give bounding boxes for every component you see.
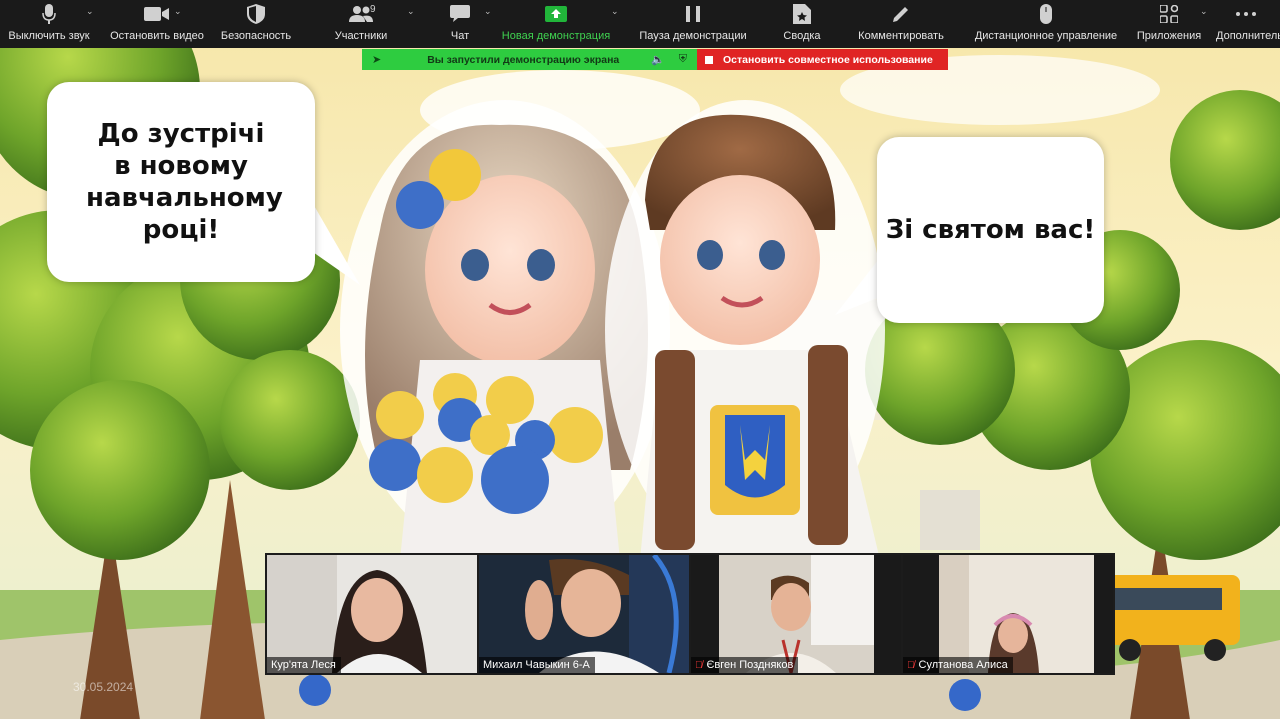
pin-icon[interactable]: ➤ bbox=[372, 53, 381, 66]
chevron-down-icon[interactable]: ⌄ bbox=[484, 6, 492, 17]
apps-label: Приложения bbox=[1136, 30, 1202, 42]
chevron-down-icon[interactable]: ⌄ bbox=[86, 6, 94, 17]
mute-button[interactable]: Выключить звук ⌄ bbox=[0, 0, 98, 48]
stop-video-label: Остановить видео bbox=[110, 30, 204, 42]
participant-tile[interactable]: 🎙̸ Султанова Алиса bbox=[903, 555, 1113, 673]
meeting-toolbar: Выключить звук ⌄ Остановить видео ⌄ Безо… bbox=[0, 0, 1280, 48]
participant-video-strip: Кур'ята Леся Михаил Чавыкин 6-А 🎙̸ Євген … bbox=[265, 553, 1115, 675]
participant-name-text: Султанова Алиса bbox=[918, 659, 1008, 671]
participants-count: 9 bbox=[370, 4, 376, 15]
annotate-button[interactable]: Комментировать bbox=[836, 0, 966, 48]
participant-name: 🎙̸ Євген Поздняков bbox=[691, 657, 799, 673]
share-status-bar[interactable]: ➤ Вы запустили демонстрацию экрана 🔈 ⛨ bbox=[362, 49, 697, 70]
security-button[interactable]: Безопасность bbox=[216, 0, 296, 48]
mute-label: Выключить звук bbox=[8, 30, 90, 42]
participant-name-text: Михаил Чавыкин 6-А bbox=[483, 659, 590, 671]
speech-bubble-right: Зі святом вас! bbox=[877, 137, 1104, 323]
pause-share-label: Пауза демонстрации bbox=[639, 30, 747, 42]
new-share-label: Новая демонстрация bbox=[501, 30, 611, 42]
summary-label: Сводка bbox=[783, 30, 821, 42]
participant-name: 🎙̸ Султанова Алиса bbox=[903, 657, 1013, 673]
pause-share-button[interactable]: Пауза демонстрации bbox=[618, 0, 768, 48]
pause-icon bbox=[686, 0, 700, 28]
chat-icon bbox=[450, 0, 470, 28]
chevron-down-icon[interactable]: ⌄ bbox=[174, 6, 182, 17]
bubble-right-text: Зі святом вас! bbox=[885, 215, 1096, 245]
chevron-down-icon[interactable]: ⌄ bbox=[407, 6, 415, 17]
remote-control-button[interactable]: Дистанционное управление bbox=[966, 0, 1126, 48]
mic-muted-icon: 🎙̸ bbox=[907, 659, 915, 671]
participant-video bbox=[903, 555, 1113, 673]
speech-bubble-left: До зустрічі в новому навчальному році! bbox=[47, 82, 315, 282]
new-share-button[interactable]: Новая демонстрация ⌄ bbox=[494, 0, 619, 48]
pencil-icon bbox=[892, 0, 910, 28]
microphone-icon bbox=[42, 0, 56, 28]
shield-icon bbox=[247, 0, 265, 28]
participants-label: Участники bbox=[334, 30, 388, 42]
bubble-left-text: До зустрічі в новому навчальному році! bbox=[86, 119, 283, 245]
security-label: Безопасность bbox=[220, 30, 292, 42]
mic-muted-icon: 🎙̸ bbox=[695, 659, 703, 671]
participant-video bbox=[479, 555, 689, 673]
participant-name: Кур'ята Леся bbox=[267, 657, 341, 673]
apps-button[interactable]: Приложения ⌄ bbox=[1126, 0, 1212, 48]
date-stamp: 30.05.2024 bbox=[73, 680, 134, 694]
chevron-down-icon[interactable]: ⌄ bbox=[1200, 6, 1208, 17]
mouse-icon bbox=[1040, 0, 1052, 28]
speaker-icon: 🔈 bbox=[651, 54, 665, 66]
chat-label: Чат bbox=[450, 30, 470, 42]
summary-button[interactable]: Сводка bbox=[768, 0, 836, 48]
annotate-label: Комментировать bbox=[858, 30, 944, 42]
chat-button[interactable]: Чат ⌄ bbox=[426, 0, 494, 48]
participant-video bbox=[691, 555, 901, 673]
participant-tile[interactable]: Кур'ята Леся bbox=[267, 555, 477, 673]
participant-name-text: Кур'ята Леся bbox=[271, 659, 336, 671]
summary-icon bbox=[793, 0, 811, 28]
more-icon bbox=[1212, 0, 1280, 28]
more-button[interactable]: Дополнительно bbox=[1212, 0, 1280, 48]
more-label: Дополнительно bbox=[1216, 30, 1280, 42]
share-screen-icon bbox=[545, 0, 567, 28]
participant-name: Михаил Чавыкин 6-А bbox=[479, 657, 595, 673]
share-status-text: Вы запустили демонстрацию экрана bbox=[427, 53, 620, 66]
stop-video-button[interactable]: Остановить видео ⌄ bbox=[98, 0, 216, 48]
stop-share-label: Остановить совместное использование bbox=[723, 53, 933, 66]
remote-control-label: Дистанционное управление bbox=[974, 30, 1118, 42]
shield-check-icon: ⛨ bbox=[678, 53, 687, 65]
participant-tile[interactable]: Михаил Чавыкин 6-А bbox=[479, 555, 689, 673]
stop-share-button[interactable]: Остановить совместное использование bbox=[697, 49, 948, 70]
participant-name-text: Євген Поздняков bbox=[706, 659, 794, 671]
stop-icon bbox=[705, 55, 713, 64]
participants-button[interactable]: 9 Участники ⌄ bbox=[296, 0, 426, 48]
participant-tile[interactable]: 🎙̸ Євген Поздняков bbox=[691, 555, 901, 673]
participant-video bbox=[267, 555, 477, 673]
share-banner: ➤ Вы запустили демонстрацию экрана 🔈 ⛨ О… bbox=[362, 49, 948, 70]
video-camera-icon bbox=[144, 0, 170, 28]
apps-icon bbox=[1160, 0, 1178, 28]
